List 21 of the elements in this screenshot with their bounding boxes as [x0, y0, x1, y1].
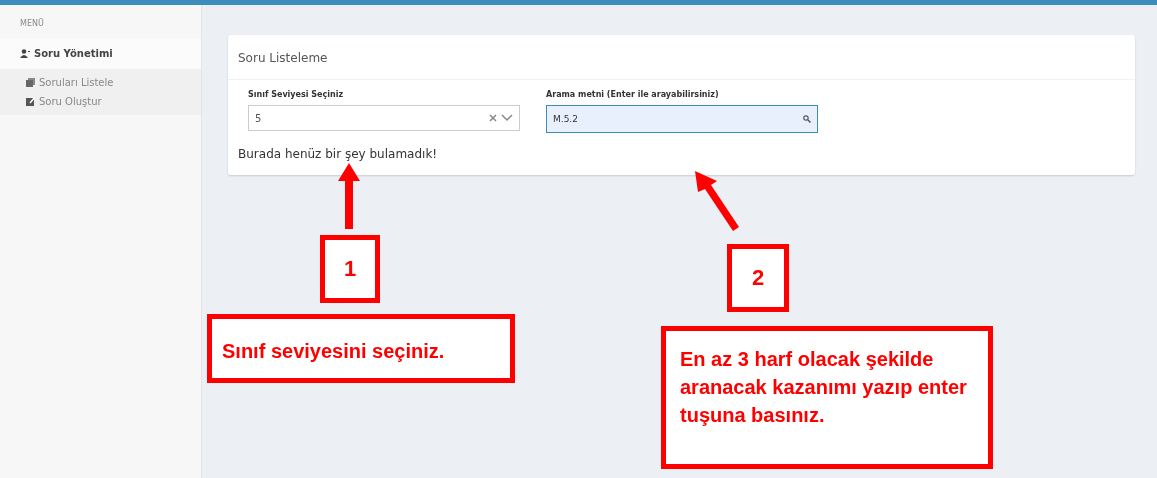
- callout-text: Sınıf seviyesini seçiniz.: [207, 314, 515, 383]
- callout-text: En az 3 harf olacak şekilde aranacak kazanımı yazıp enter tuşuna basınız.: [661, 326, 993, 469]
- field-label: Sınıf Seviyesi Seçiniz: [248, 90, 345, 99]
- user-icon: [20, 49, 30, 58]
- clear-icon[interactable]: [489, 114, 497, 122]
- chevron-down-icon[interactable]: [501, 114, 513, 122]
- arrow: [338, 163, 360, 229]
- card-title: Soru Listeleme: [228, 35, 1135, 80]
- edit-icon: [26, 97, 35, 106]
- menu-heading: MENÜ: [19, 17, 45, 30]
- empty-message: Burada henüz bir şey bulamadık!: [237, 146, 439, 163]
- section-label: Soru Yönetimi: [34, 48, 113, 59]
- field-label: Arama metni (Enter ile arayabilirsiniz): [546, 90, 720, 99]
- search-field[interactable]: M.5.2: [546, 105, 818, 133]
- search-icon: [803, 115, 811, 123]
- sidebar-section[interactable]: Soru Yönetimi: [0, 38, 201, 69]
- callout-number: 1: [320, 235, 380, 303]
- grade-select[interactable]: 5: [248, 105, 520, 131]
- arrow: [693, 171, 741, 231]
- callout-number: 2: [727, 244, 789, 312]
- documents-icon: [26, 78, 35, 87]
